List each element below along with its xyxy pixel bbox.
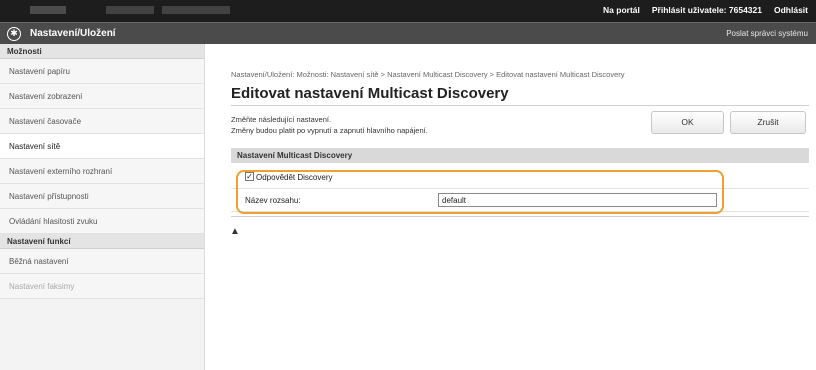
main-content: Nastavení/Uložení: Možnosti: Nastavení s… [224, 44, 816, 370]
instruction-line-1: Změňte následující nastavení. [231, 115, 332, 124]
sidebar-item-fax[interactable]: Nastavení faksimy [0, 274, 204, 299]
title-divider [231, 105, 809, 106]
app-title: Nastavení/Uložení [30, 28, 116, 39]
page-title: Editovat nastavení Multicast Discovery [231, 85, 509, 102]
instruction-line-2: Změny budou platit po vypnutí a zapnutí … [231, 126, 428, 135]
sidebar-item-paper[interactable]: Nastavení papíru [0, 59, 204, 84]
sidebar-heading-options: Možnosti [0, 44, 204, 59]
sidebar-item-volume[interactable]: Ovládání hlasitosti zvuku [0, 209, 204, 234]
sidebar-item-common[interactable]: Běžná nastavení [0, 249, 204, 274]
sidebar-item-external-interface[interactable]: Nastavení externího rozhraní [0, 159, 204, 184]
cancel-button[interactable]: Zrušit [730, 111, 806, 134]
settings-app-icon: ✱ [7, 27, 21, 41]
sidebar-item-network[interactable]: Nastavení sítě [0, 134, 204, 159]
ok-button[interactable]: OK [651, 111, 724, 134]
back-to-top-icon[interactable]: ▲ [230, 227, 240, 237]
sidebar-heading-function-settings: Nastavení funkcí [0, 234, 204, 249]
mail-admin-link[interactable]: Poslat správci systému [726, 29, 808, 38]
login-user-text: Přihlásit uživatele: 7654321 [651, 5, 762, 15]
logout-link[interactable]: Odhlásit [774, 5, 808, 15]
sidebar-item-timer[interactable]: Nastavení časovače [0, 109, 204, 134]
highlight-frame [236, 170, 724, 214]
sidebar-item-display[interactable]: Nastavení zobrazení [0, 84, 204, 109]
section-heading: Nastavení Multicast Discovery [231, 148, 809, 163]
top-bar: Na portál Přihlásit uživatele: 7654321 O… [0, 0, 816, 22]
portal-link[interactable]: Na portál [603, 5, 640, 15]
breadcrumb[interactable]: Nastavení/Uložení: Možnosti: Nastavení s… [231, 70, 625, 79]
device-model-name [30, 6, 230, 14]
top-links: Na portál Přihlásit uživatele: 7654321 O… [603, 5, 808, 15]
title-bar: ✱ Nastavení/Uložení Poslat správci systé… [0, 22, 816, 44]
sidebar: Možnosti Nastavení papíru Nastavení zobr… [0, 44, 205, 370]
section-divider [231, 216, 809, 217]
sidebar-item-accessibility[interactable]: Nastavení přístupnosti [0, 184, 204, 209]
